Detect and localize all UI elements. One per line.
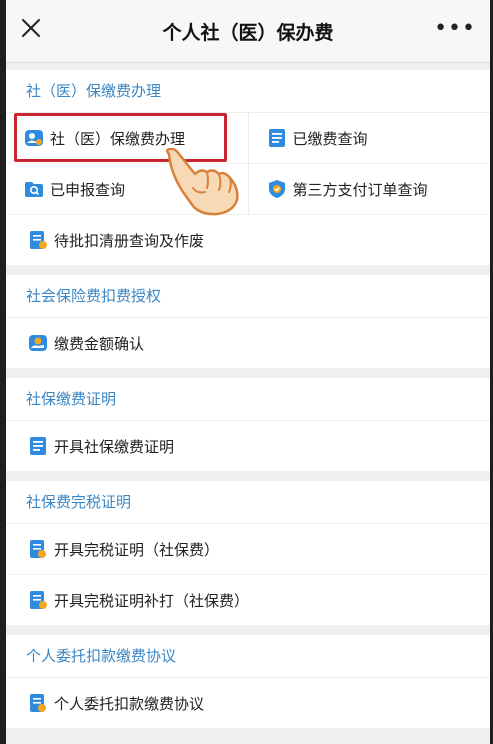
document-list-icon <box>268 129 285 147</box>
menu-item-amount-confirm[interactable]: 缴费金额确认 <box>6 318 490 368</box>
menu-item-issue-tax-certificate[interactable]: 开具完税证明（社保费） <box>6 524 490 574</box>
menu-item-reprint-tax-certificate[interactable]: 开具完税证明补打（社保费） <box>6 575 490 625</box>
section-payment-certificate: 社保缴费证明 开具社保缴费证明 <box>6 378 490 471</box>
menu-row: 开具社保缴费证明 <box>6 421 490 471</box>
menu-item-paid-query[interactable]: 已缴费查询 <box>247 113 491 163</box>
more-menu-button[interactable]: ••• <box>434 16 476 41</box>
document-seal-icon <box>30 540 46 558</box>
menu-item-label: 已缴费查询 <box>292 129 368 148</box>
section-deduction-authorization: 社会保险费扣费授权 缴费金额确认 <box>6 275 490 368</box>
section-title: 社（医）保缴费办理 <box>6 70 490 113</box>
document-edit-icon <box>30 591 47 609</box>
document-list-icon <box>30 437 46 455</box>
section-title: 个人委托扣款缴费协议 <box>6 635 490 678</box>
menu-item-pending-deduction[interactable]: 待批扣清册查询及作废 <box>6 215 490 265</box>
menu-item-label: 开具完税证明补打（社保费） <box>54 591 250 610</box>
menu-item-label: 开具社保缴费证明 <box>54 437 175 456</box>
section-tax-certificate: 社保费完税证明 开具完税证明（社保费） 开具完税证明补打（社保费） <box>6 481 490 625</box>
bottom-spacer <box>6 734 490 744</box>
menu-item-label: 缴费金额确认 <box>54 334 145 353</box>
menu-item-label: 第三方支付订单查询 <box>292 180 428 199</box>
document-edit-icon <box>30 231 47 249</box>
section-title: 社保费完税证明 <box>6 481 490 524</box>
folder-search-icon <box>25 182 43 197</box>
menu-item-label: 个人委托扣款缴费协议 <box>54 694 205 713</box>
section-entrust-agreement: 个人委托扣款缴费协议 个人委托扣款缴费协议 <box>6 635 490 728</box>
menu-item-label: 已申报查询 <box>50 180 126 199</box>
menu-item-label: 开具完税证明（社保费） <box>54 540 220 559</box>
menu-row: 待批扣清册查询及作废 <box>6 215 490 265</box>
menu-row: 个人委托扣款缴费协议 <box>6 678 490 728</box>
pointing-hand-icon <box>166 148 239 216</box>
page-title: 个人社（医）保办费 <box>162 22 334 44</box>
screen: 个人社（医）保办费 ••• 社（医）保缴费办理 社（医）保缴费办理 已缴费查询 … <box>6 0 490 744</box>
menu-item-issue-certificate[interactable]: 开具社保缴费证明 <box>6 421 490 471</box>
section-title: 社保缴费证明 <box>6 378 490 421</box>
section-title: 社会保险费扣费授权 <box>6 275 490 318</box>
document-seal-icon <box>30 694 46 712</box>
title-bar: 个人社（医）保办费 ••• <box>6 0 490 63</box>
shield-icon <box>268 180 285 198</box>
menu-row: 开具完税证明（社保费） <box>6 524 490 575</box>
menu-item-entrust-agreement[interactable]: 个人委托扣款缴费协议 <box>6 678 490 728</box>
menu-row: 缴费金额确认 <box>6 318 490 368</box>
menu-item-label: 待批扣清册查询及作废 <box>54 231 205 250</box>
menu-item-third-party-query[interactable]: 第三方支付订单查询 <box>247 164 491 214</box>
hand-coin-icon <box>29 335 47 351</box>
menu-row: 开具完税证明补打（社保费） <box>6 575 490 625</box>
